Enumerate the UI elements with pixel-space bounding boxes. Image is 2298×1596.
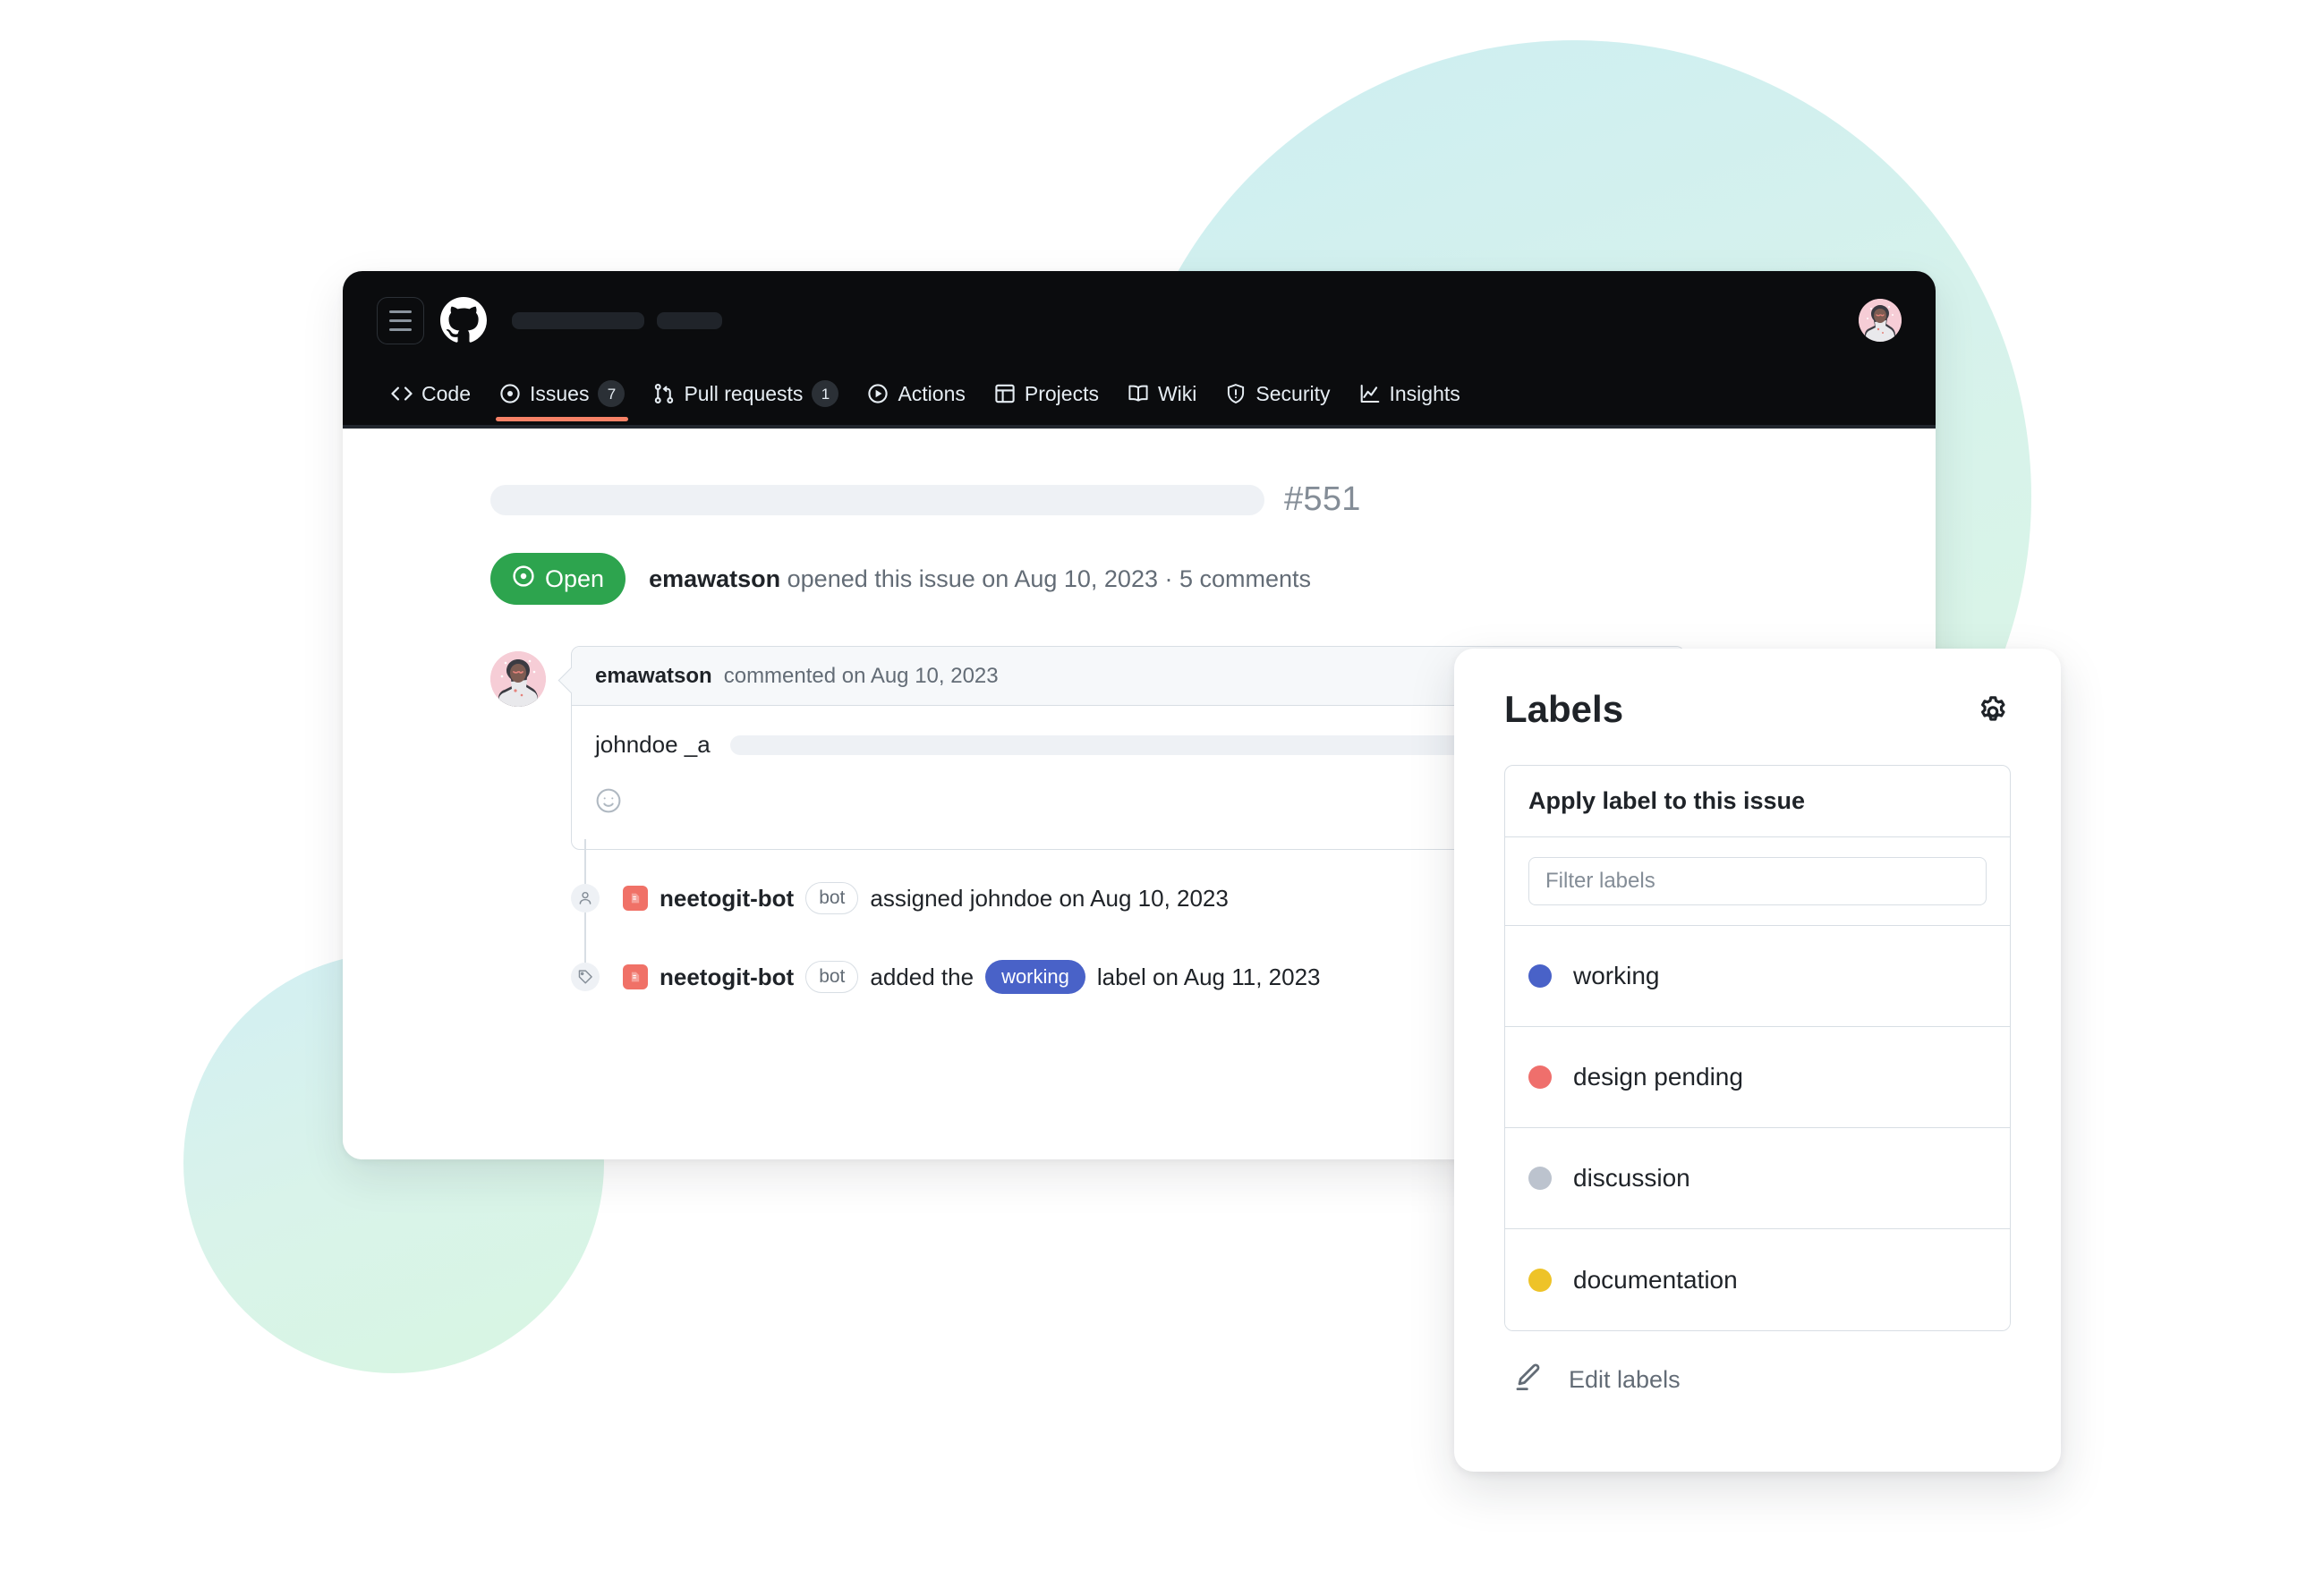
list-item[interactable]: documentation — [1505, 1229, 2010, 1330]
nav-item-insights[interactable]: Insights — [1345, 369, 1475, 418]
github-logo-icon[interactable] — [440, 297, 487, 344]
label-color-dot — [1528, 964, 1552, 988]
timeline-text: assigned johndoe on Aug 10, 2023 — [870, 884, 1229, 912]
issue-number: #551 — [1284, 480, 1361, 518]
nav-item-label: Pull requests — [684, 381, 804, 405]
issue-meta-row: Open emawatson opened this issue on Aug … — [490, 553, 1936, 605]
nav-item-label: Projects — [1024, 381, 1099, 405]
label-name: discussion — [1573, 1164, 1690, 1192]
issues-count-badge: 7 — [598, 380, 626, 407]
nav-item-label: Actions — [898, 381, 966, 405]
timeline-actor[interactable]: neetogit-bot — [660, 885, 794, 913]
issue-title-row: #551 — [490, 480, 1936, 519]
shield-icon — [1225, 383, 1247, 404]
nav-item-label: Code — [421, 381, 471, 405]
header-top-row — [343, 271, 1936, 369]
status-badge-label: Open — [545, 565, 605, 592]
nav-item-label: Wiki — [1157, 381, 1197, 405]
code-icon — [391, 383, 413, 404]
hamburger-menu-icon[interactable] — [377, 296, 424, 344]
avatar[interactable] — [1859, 299, 1902, 342]
timeline-text-before: added the — [870, 963, 975, 990]
issue-opened-icon — [499, 383, 521, 404]
apply-label-header: Apply label to this issue — [1505, 766, 2010, 837]
git-pull-request-icon — [653, 383, 675, 404]
issue-meta-text: emawatson opened this issue on Aug 10, 2… — [649, 565, 1311, 593]
repo-nav: Code Issues 7 Pull requests 1 Actions Pr… — [343, 369, 1936, 429]
edit-labels-label: Edit labels — [1569, 1366, 1681, 1393]
nav-item-issues[interactable]: Issues 7 — [485, 369, 639, 421]
table-icon — [994, 383, 1016, 404]
label-name: design pending — [1573, 1063, 1743, 1091]
tag-icon — [571, 963, 600, 991]
play-icon — [867, 383, 889, 404]
nav-item-pull-requests[interactable]: Pull requests 1 — [639, 369, 853, 418]
nav-item-security[interactable]: Security — [1211, 369, 1344, 418]
label-name: documentation — [1573, 1265, 1738, 1294]
label-chip[interactable]: working — [985, 960, 1085, 994]
list-item[interactable]: discussion — [1505, 1128, 2010, 1229]
nav-item-actions[interactable]: Actions — [853, 369, 979, 418]
graph-icon — [1359, 383, 1381, 404]
label-color-dot — [1528, 1268, 1552, 1292]
nav-item-label: Insights — [1389, 381, 1460, 405]
book-icon — [1128, 383, 1149, 404]
gear-icon[interactable] — [1975, 692, 2011, 727]
comment-timestamp: commented on Aug 10, 2023 — [723, 663, 999, 688]
labels-popover-header: Labels — [1504, 688, 2011, 731]
filter-wrap — [1505, 837, 2010, 926]
issue-title-placeholder — [490, 484, 1264, 515]
bot-tag: bot — [805, 882, 859, 914]
repo-owner-placeholder — [512, 311, 644, 329]
issue-author[interactable]: emawatson — [649, 565, 780, 592]
status-badge[interactable]: Open — [490, 553, 626, 605]
smiley-icon[interactable] — [595, 787, 622, 814]
label-color-dot — [1528, 1065, 1552, 1089]
label-name: working — [1573, 962, 1660, 989]
page-root: Code Issues 7 Pull requests 1 Actions Pr… — [0, 0, 2298, 1596]
nav-item-code[interactable]: Code — [377, 369, 485, 418]
app-header: Code Issues 7 Pull requests 1 Actions Pr… — [343, 271, 1936, 429]
edit-labels-button[interactable]: Edit labels — [1504, 1362, 2011, 1398]
timeline-body: neetogit-bot bot added the working label… — [623, 960, 1321, 994]
apply-label-box: Apply label to this issue working design… — [1504, 765, 2011, 1331]
pencil-icon — [1511, 1362, 1544, 1398]
issue-meta-suffix: opened this issue on Aug 10, 2023 · 5 co… — [787, 565, 1312, 592]
search-input[interactable] — [1528, 857, 1987, 905]
pull-requests-count-badge: 1 — [812, 380, 839, 407]
nav-item-projects[interactable]: Projects — [980, 369, 1113, 418]
avatar[interactable] — [490, 651, 546, 707]
page-title: Labels — [1504, 688, 1624, 730]
comment-author[interactable]: emawatson — [595, 664, 712, 689]
nav-item-label: Security — [1255, 381, 1331, 405]
person-icon — [571, 884, 600, 913]
comment-mention: johndoe _a — [595, 731, 711, 758]
bot-avatar-icon — [623, 886, 648, 911]
list-item[interactable]: design pending — [1505, 1027, 2010, 1128]
list-item[interactable]: working — [1505, 926, 2010, 1027]
labels-popover: Labels Apply label to this issue working… — [1454, 649, 2061, 1472]
timeline-body: neetogit-bot bot assigned johndoe on Aug… — [623, 882, 1229, 914]
bot-avatar-icon — [623, 964, 648, 989]
timeline-actor[interactable]: neetogit-bot — [660, 964, 794, 991]
issue-opened-icon — [512, 565, 535, 594]
nav-item-label: Issues — [529, 381, 590, 405]
nav-item-wiki[interactable]: Wiki — [1113, 369, 1211, 418]
label-color-dot — [1528, 1167, 1552, 1190]
repo-name-placeholder — [657, 311, 722, 329]
bot-tag: bot — [805, 961, 859, 993]
timeline-text-after: label on Aug 11, 2023 — [1096, 963, 1321, 990]
